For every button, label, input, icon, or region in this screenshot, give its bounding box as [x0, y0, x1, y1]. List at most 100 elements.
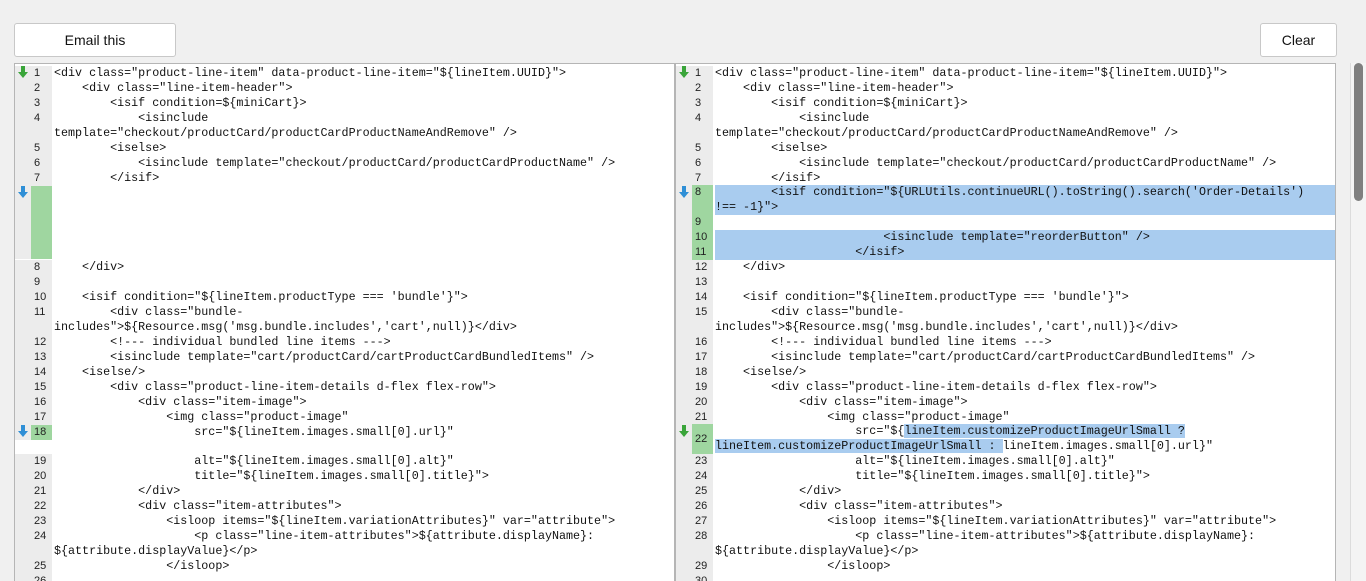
code-text: <!--- individual bundled line items ---> [54, 335, 391, 349]
vertical-scrollbar[interactable] [1350, 63, 1366, 581]
code-text: <isloop items="${lineItem.variationAttri… [54, 514, 616, 528]
code-line: 20 <div class="item-image"> [676, 395, 1335, 410]
line-number: 25 [31, 559, 52, 574]
code-text: src="${lineItem.images.small[0].url}" [54, 425, 454, 439]
line-number: 21 [692, 410, 713, 425]
scrollbar-thumb[interactable] [1354, 63, 1363, 201]
change-marker-gutter [15, 410, 31, 425]
code-line: 18 src="${lineItem.images.small[0].url}" [15, 425, 674, 440]
line-number: 13 [692, 275, 713, 290]
line-number: 7 [31, 171, 52, 186]
line-number: 8 [692, 185, 713, 200]
code-line: 13 [676, 275, 1335, 290]
email-comparison-button[interactable]: Email this comparison [14, 23, 176, 80]
code-text: includes">${Resource.msg('msg.bundle.inc… [54, 320, 517, 334]
code-segment: src="${ [715, 424, 905, 438]
change-marker-gutter [15, 126, 31, 141]
change-marker-gutter [676, 365, 692, 380]
change-marker-gutter [676, 454, 692, 469]
code-line: 21 </div> [15, 484, 674, 499]
change-marker-gutter [676, 574, 692, 581]
code-line: 3 <isif condition=${miniCart}> [676, 96, 1335, 111]
code-line: 24 title="${lineItem.images.small[0].tit… [676, 469, 1335, 484]
code-line: 4 <isinclude [15, 111, 674, 126]
blue-arrow-down-icon[interactable] [18, 186, 28, 198]
line-number [692, 320, 713, 335]
line-number: 21 [31, 484, 52, 499]
line-number: 9 [692, 215, 713, 230]
green-arrow-down-icon[interactable] [18, 66, 28, 78]
change-marker-gutter [676, 514, 692, 529]
code-line: 9 [15, 275, 674, 290]
code-line: 23 <isloop items="${lineItem.variationAt… [15, 514, 674, 529]
changed-code-line: 22 src="${lineItem.customizeProductImage… [676, 424, 1335, 454]
change-marker-gutter [15, 96, 31, 111]
code-text: </isif> [715, 171, 821, 185]
code-text: !== -1}"> [715, 200, 1335, 215]
line-number: 4 [31, 111, 52, 126]
line-number: 10 [692, 230, 713, 245]
line-number: 14 [31, 365, 52, 380]
change-marker-gutter [15, 111, 31, 126]
code-line: 12 <!--- individual bundled line items -… [15, 335, 674, 350]
change-marker-gutter [15, 305, 31, 320]
clear-all-button[interactable]: Clear all [1260, 23, 1337, 80]
changed-code-line: 9 [676, 215, 1335, 230]
code-line: 26 [15, 574, 674, 581]
line-number: 29 [692, 559, 713, 574]
code-text: </div> [54, 484, 181, 498]
change-marker-gutter [15, 425, 31, 440]
change-marker-gutter [676, 350, 692, 365]
change-marker-gutter [15, 186, 31, 259]
code-text: <div class="product-line-item" data-prod… [715, 66, 1227, 80]
code-line: 14 <isif condition="${lineItem.productTy… [676, 290, 1335, 305]
green-arrow-down-icon[interactable] [679, 66, 689, 78]
code-line: 19 <div class="product-line-item-details… [676, 380, 1335, 395]
line-number: 9 [31, 275, 52, 290]
code-line: 5 <iselse> [676, 141, 1335, 156]
change-marker-gutter [676, 200, 692, 215]
change-marker-gutter [676, 320, 692, 335]
line-number: 23 [692, 454, 713, 469]
code-text: includes">${Resource.msg('msg.bundle.inc… [715, 320, 1178, 334]
right-diff-pane[interactable]: 1 <div class="product-line-item" data-pro… [675, 63, 1336, 581]
code-text: <img class="product-image" [54, 410, 349, 424]
code-text: template="checkout/productCard/productCa… [54, 126, 517, 140]
code-line: 6 <isinclude template="checkout/productC… [676, 156, 1335, 171]
change-marker-gutter [676, 499, 692, 514]
code-line: template="checkout/productCard/productCa… [676, 126, 1335, 141]
changed-code-line: !== -1}"> [676, 200, 1335, 215]
blue-arrow-down-icon[interactable] [18, 425, 28, 437]
line-number: 22 [31, 499, 52, 514]
code-text: <div class="line-item-header"> [715, 81, 954, 95]
left-diff-pane[interactable]: 1 <div class="product-line-item" data-pro… [14, 63, 675, 581]
change-marker-gutter [15, 574, 31, 581]
change-marker-gutter [676, 380, 692, 395]
line-number: 6 [692, 156, 713, 171]
line-number: 16 [31, 395, 52, 410]
blue-arrow-down-icon[interactable] [679, 186, 689, 198]
code-line: 25 </isloop> [15, 559, 674, 574]
line-number: 6 [31, 156, 52, 171]
line-number: 17 [31, 410, 52, 425]
code-text: <p class="line-item-attributes">${attrib… [715, 529, 1256, 543]
code-text: </isif> [715, 245, 1335, 260]
change-marker-gutter [676, 275, 692, 290]
change-marker-gutter [15, 380, 31, 395]
change-marker-gutter [676, 230, 692, 245]
code-text: <div class="product-line-item" data-prod… [54, 66, 566, 80]
code-line: 1 <div class="product-line-item" data-pro… [15, 66, 674, 81]
green-arrow-down-icon[interactable] [679, 425, 689, 437]
line-number: 10 [31, 290, 52, 305]
change-marker-gutter [676, 305, 692, 320]
line-number: 14 [692, 290, 713, 305]
line-number [692, 200, 713, 215]
line-number: 8 [31, 260, 52, 275]
code-line: 16 <!--- individual bundled line items -… [676, 335, 1335, 350]
code-text: </isloop> [54, 559, 230, 573]
code-line: 24 <p class="line-item-attributes">${att… [15, 529, 674, 544]
code-text: </isif> [54, 171, 160, 185]
line-number: 13 [31, 350, 52, 365]
change-marker-gutter [676, 156, 692, 171]
